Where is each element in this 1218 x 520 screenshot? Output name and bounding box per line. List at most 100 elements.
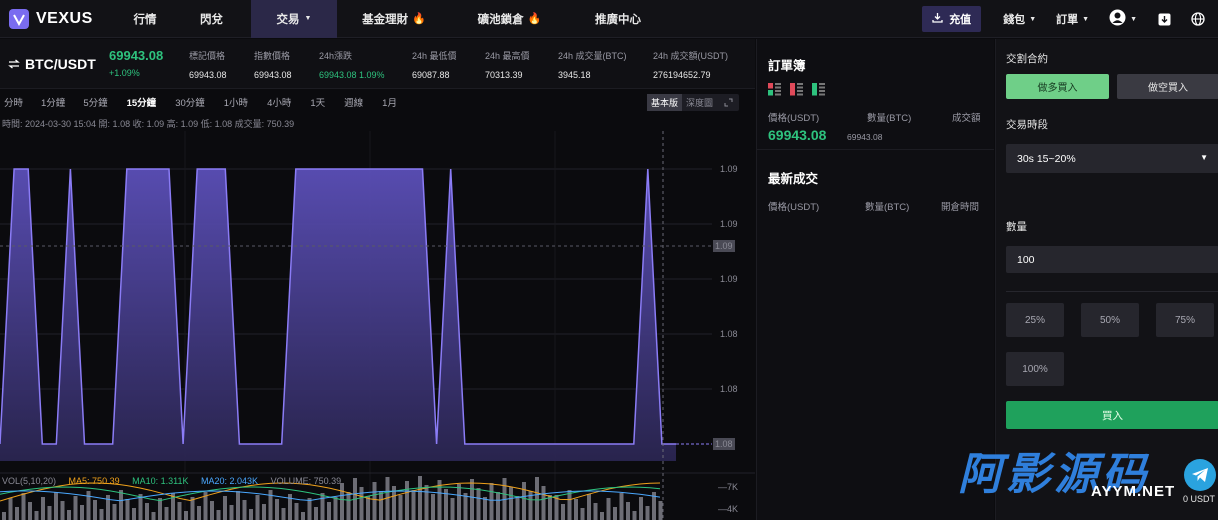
price-chart-svg: 1.09 1.09 1.09 1.08 1.08 1.09 1.08 —7K —4K — [0, 131, 755, 520]
volume-bar — [541, 486, 546, 520]
volume-bar — [275, 499, 279, 520]
divider — [757, 149, 994, 150]
watermark-url: AYYM.NET — [1091, 483, 1176, 500]
volume-bar — [398, 495, 403, 520]
y-tick-label: 1.09 — [720, 164, 738, 174]
last-change: +1.09% — [109, 68, 140, 78]
account-menu[interactable]: ▼ — [1109, 9, 1137, 29]
stat-24h-turnover: 24h 成交額(USDT) 276194652.79 — [653, 51, 729, 80]
vol-tick-label: —4K — [718, 504, 738, 514]
volume-bar — [574, 499, 578, 520]
volume-bar — [41, 497, 45, 520]
volume-bar — [132, 508, 136, 520]
chevron-down-icon: ▼ — [1082, 15, 1090, 23]
depth-view-tab[interactable]: 深度圖 — [682, 94, 717, 111]
volume-bar — [496, 492, 500, 520]
percent-100-button[interactable]: 100% — [1006, 352, 1064, 386]
telegram-icon[interactable] — [1184, 459, 1216, 491]
volume-bar — [158, 498, 162, 520]
volume-bar — [229, 505, 234, 520]
volume-bar — [535, 477, 539, 520]
top-nav: VEXUS 行情 閃兌 交易 ▼ 基金理財 🔥 礦池鎖倉 🔥 推廣中心 充值 錢包 ▼ … — [0, 0, 1218, 38]
period-select[interactable]: 30s 15~20% ▼ — [1006, 144, 1218, 173]
interval-1m[interactable]: 1分鐘 — [41, 95, 65, 109]
app-download-icon[interactable] — [1157, 12, 1171, 26]
volume-bar — [327, 502, 331, 520]
volume-bar — [177, 502, 182, 520]
interval-1d[interactable]: 1天 — [310, 95, 325, 109]
volume-bar — [164, 507, 169, 520]
interval-1mo[interactable]: 1月 — [382, 95, 397, 109]
nav-item-mining[interactable]: 礦池鎖倉 🔥 — [451, 0, 568, 38]
volume-bar — [15, 507, 19, 520]
layout-buy-icon[interactable] — [812, 83, 825, 96]
percent-75-button[interactable]: 75% — [1156, 303, 1214, 337]
interval-5m[interactable]: 5分鐘 — [83, 95, 107, 109]
volume-bar — [619, 493, 624, 520]
volume-bar — [47, 506, 52, 520]
volume-bar — [626, 502, 630, 520]
pair-name: BTC/USDT — [25, 56, 96, 72]
y-tick-label: 1.09 — [720, 219, 738, 229]
vol-ma5: MA5: 750.39 — [68, 476, 120, 486]
interval-bar: 分時 1分鐘 5分鐘 15分鐘 30分鐘 1小時 4小時 1天 週線 1月 基本… — [0, 91, 742, 113]
volume-bar — [593, 503, 598, 520]
percent-25-button[interactable]: 25% — [1006, 303, 1064, 337]
volume-bar — [197, 506, 201, 520]
balance-value: 0 USDT — [1182, 494, 1215, 504]
short-button[interactable]: 做空買入 — [1117, 74, 1218, 99]
nav-item-trade[interactable]: 交易 ▼ — [251, 0, 337, 38]
volume-bar — [483, 497, 487, 520]
volume-bar — [8, 498, 13, 520]
percent-50-button[interactable]: 50% — [1081, 303, 1139, 337]
long-button[interactable]: 做多買入 — [1006, 74, 1109, 99]
volume-bar — [307, 498, 312, 520]
price-chart[interactable]: 1.09 1.09 1.09 1.08 1.08 1.09 1.08 —7K —4K — [0, 131, 755, 520]
ob-mid-sub: 69943.08 — [847, 132, 883, 142]
fullscreen-icon[interactable] — [717, 94, 739, 111]
volume-bar — [60, 501, 65, 520]
interval-timeshare[interactable]: 分時 — [4, 95, 23, 109]
volume-bar — [411, 490, 416, 520]
ob-col-total: 成交額 — [952, 113, 981, 124]
volume-bar — [125, 499, 130, 520]
layout-both-icon[interactable] — [768, 83, 781, 96]
volume-bar — [2, 512, 6, 520]
volume-bar — [658, 501, 663, 520]
layout-sell-icon[interactable] — [790, 83, 803, 96]
nav-item-swap[interactable]: 閃兌 — [172, 0, 251, 38]
orderbook-title: 訂單簿 — [768, 59, 806, 73]
brand[interactable]: VEXUS — [0, 0, 118, 38]
wallet-menu[interactable]: 錢包 ▼ — [1003, 11, 1036, 27]
interval-1w[interactable]: 週線 — [344, 95, 363, 109]
volume-bar — [112, 504, 117, 520]
recharge-button[interactable]: 充值 — [922, 6, 982, 32]
interval-30m[interactable]: 30分鐘 — [175, 95, 205, 109]
chevron-down-icon: ▼ — [304, 15, 312, 22]
volume-bar — [236, 491, 240, 520]
nav-item-fund[interactable]: 基金理財 🔥 — [337, 0, 451, 38]
tr-col-price: 價格(USDT) — [768, 202, 820, 213]
nav-item-markets[interactable]: 行情 — [118, 0, 172, 38]
volume-bar — [424, 485, 429, 520]
ob-mid-price: 69943.08 — [768, 127, 827, 143]
volume-bar — [80, 505, 84, 520]
interval-4h[interactable]: 4小時 — [267, 95, 291, 109]
nav-item-promotion[interactable]: 推廣中心 — [568, 0, 668, 38]
qty-input[interactable]: 100 — [1006, 246, 1218, 273]
volume-bar — [632, 511, 637, 520]
orders-menu[interactable]: 訂單 ▼ — [1056, 11, 1089, 27]
volume-bar — [489, 483, 494, 520]
volume-bar — [333, 497, 338, 520]
interval-15m[interactable]: 15分鐘 — [127, 95, 157, 109]
volume-bar — [470, 479, 474, 520]
price-area — [0, 169, 676, 461]
ob-col-qty: 數量(BTC) — [867, 113, 912, 124]
pair-selector[interactable]: BTC/USDT — [8, 56, 96, 72]
interval-1h[interactable]: 1小時 — [224, 95, 248, 109]
buy-button[interactable]: 買入 — [1006, 401, 1218, 429]
trades-title: 最新成交 — [768, 172, 819, 186]
globe-icon[interactable] — [1191, 12, 1205, 26]
basic-view-tab[interactable]: 基本版 — [646, 94, 682, 111]
flame-icon: 🔥 — [412, 13, 426, 25]
